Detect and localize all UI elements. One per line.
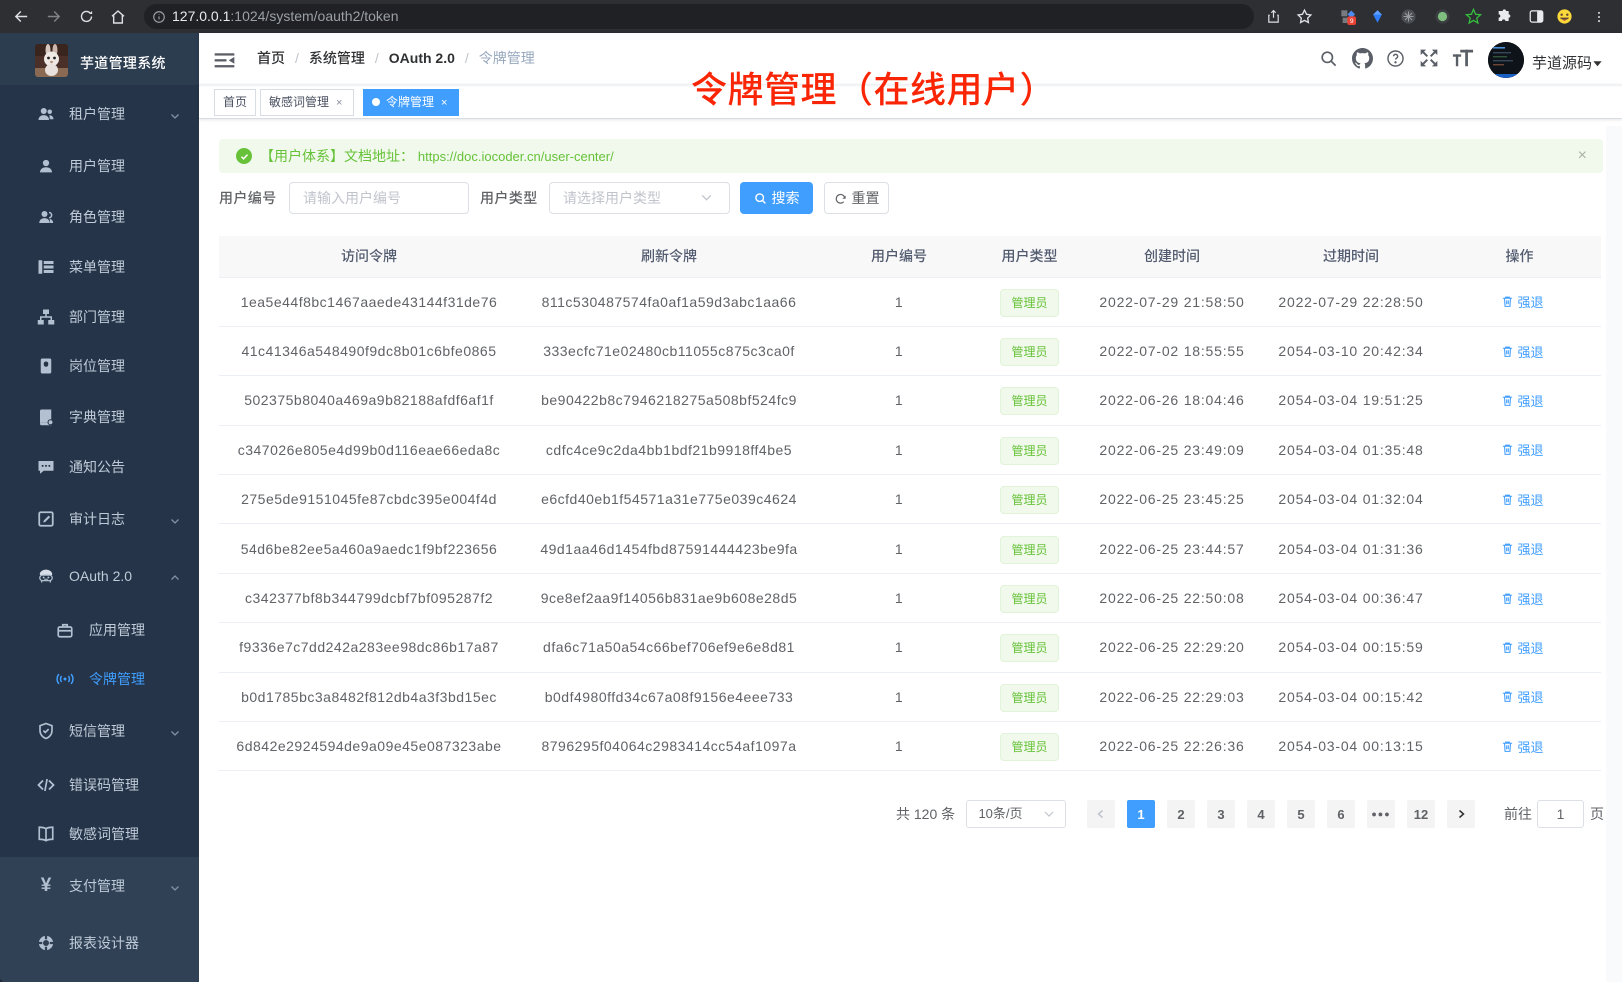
svg-text:9: 9 bbox=[1350, 18, 1354, 25]
